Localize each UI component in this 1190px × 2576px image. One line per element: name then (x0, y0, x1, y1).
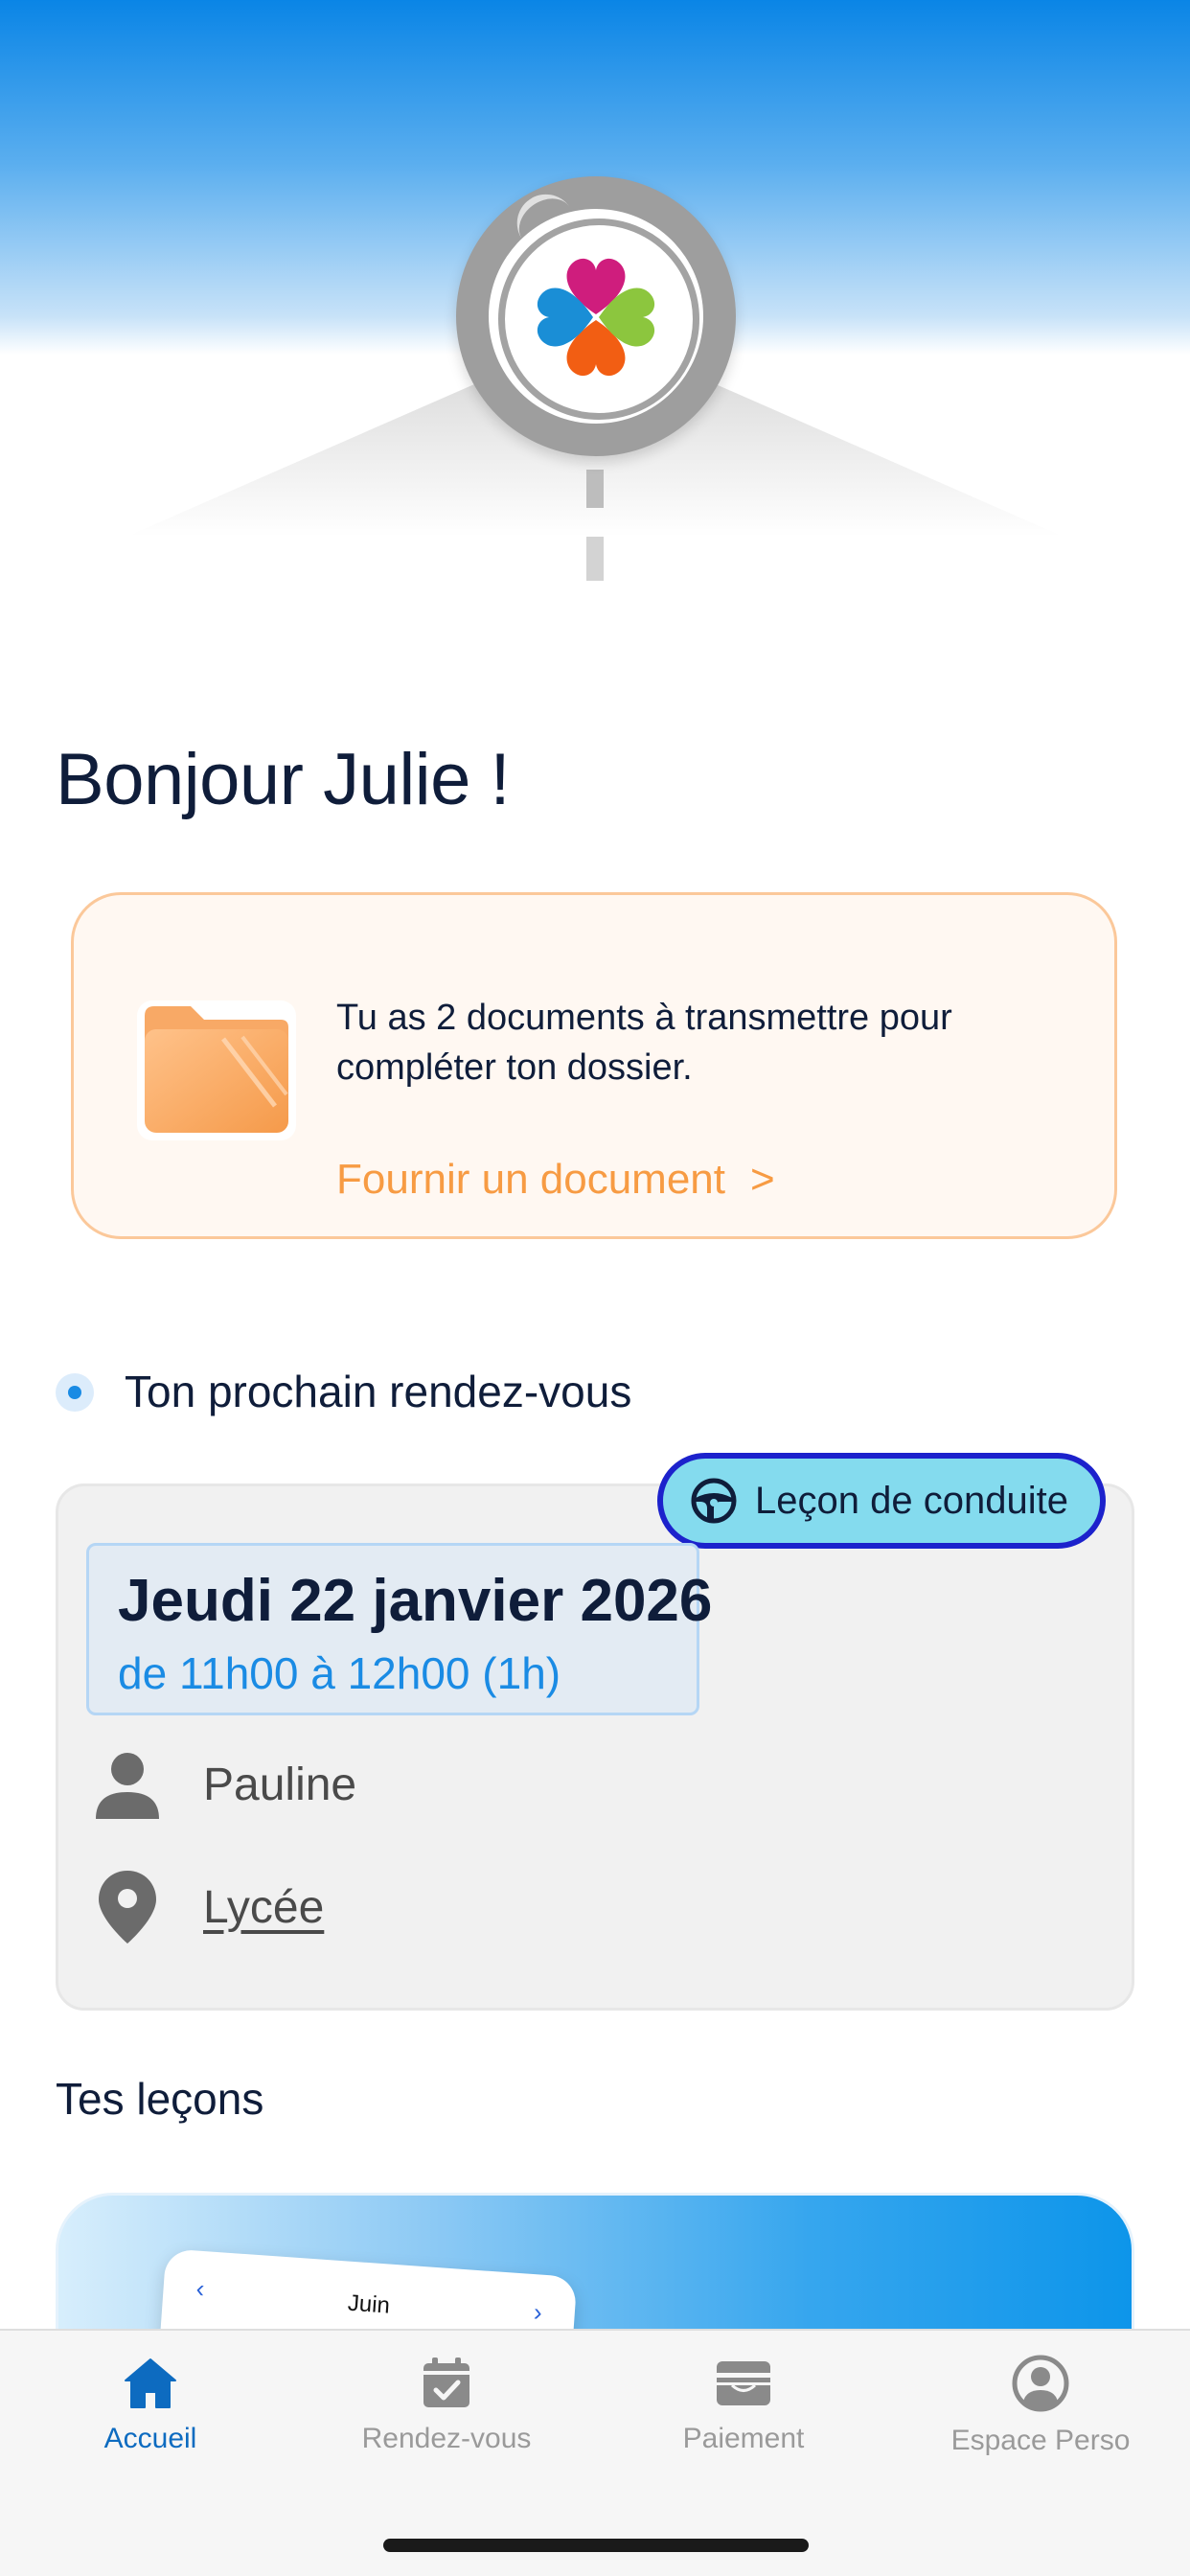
documents-card[interactable]: Tu as 2 documents à transmettre pour com… (71, 892, 1117, 1239)
tab-accueil[interactable]: Accueil (2, 2331, 299, 2494)
lesson-type-badge: Leçon de conduite (657, 1453, 1106, 1549)
home-icon (125, 2358, 176, 2408)
location-pin-icon (99, 1871, 156, 1944)
documents-message: Tu as 2 documents à transmettre pour com… (336, 998, 952, 1088)
next-appointment-title: Ton prochain rendez-vous (125, 1367, 632, 1416)
wallet-icon (717, 2361, 770, 2405)
lessons-title: Tes leçons (56, 2074, 264, 2124)
calendar-check-icon (423, 2358, 469, 2407)
instructor-row: Pauline (94, 1750, 356, 1819)
steering-wheel-icon (691, 1478, 737, 1524)
tab-espace-perso[interactable]: Espace Perso (892, 2331, 1189, 2494)
tab-rendez-vous[interactable]: Rendez-vous (298, 2331, 595, 2494)
provide-document-label: Fournir un document (336, 1156, 725, 1203)
calendar-month: Juin (347, 2289, 391, 2319)
user-circle-icon (1012, 2355, 1069, 2412)
appointment-date: Jeudi 22 janvier 2026 (118, 1568, 713, 1634)
section-dot-icon (56, 1373, 94, 1412)
greeting-title: Bonjour Julie ! (56, 739, 511, 820)
appointment-date-box: Jeudi 22 janvier 2026 de 11h00 à 12h00 (… (86, 1543, 712, 1715)
lesson-type-label: Leçon de conduite (755, 1479, 1068, 1522)
location-row[interactable]: Lycée (94, 1869, 324, 1945)
clover-logo-icon (537, 258, 655, 377)
chevron-right-icon: > (750, 1156, 775, 1203)
tab-label: Espace Perso (950, 2425, 1131, 2456)
provide-document-link[interactable]: Fournir un document > (336, 1156, 775, 1204)
tab-paiement[interactable]: Paiement (595, 2331, 892, 2494)
tab-label: Accueil (103, 2423, 197, 2454)
header-banner (0, 0, 1190, 613)
logo-badge (456, 176, 736, 456)
home-indicator (383, 2539, 809, 2552)
tab-label: Paiement (682, 2423, 805, 2454)
folder-icon (137, 1000, 296, 1140)
tab-label: Rendez-vous (361, 2423, 532, 2454)
location-link[interactable]: Lycée (203, 1881, 324, 1934)
person-icon (96, 1753, 159, 1819)
appointment-time: de 11h00 à 12h00 (1h) (118, 1648, 561, 1698)
instructor-name: Pauline (203, 1759, 357, 1810)
